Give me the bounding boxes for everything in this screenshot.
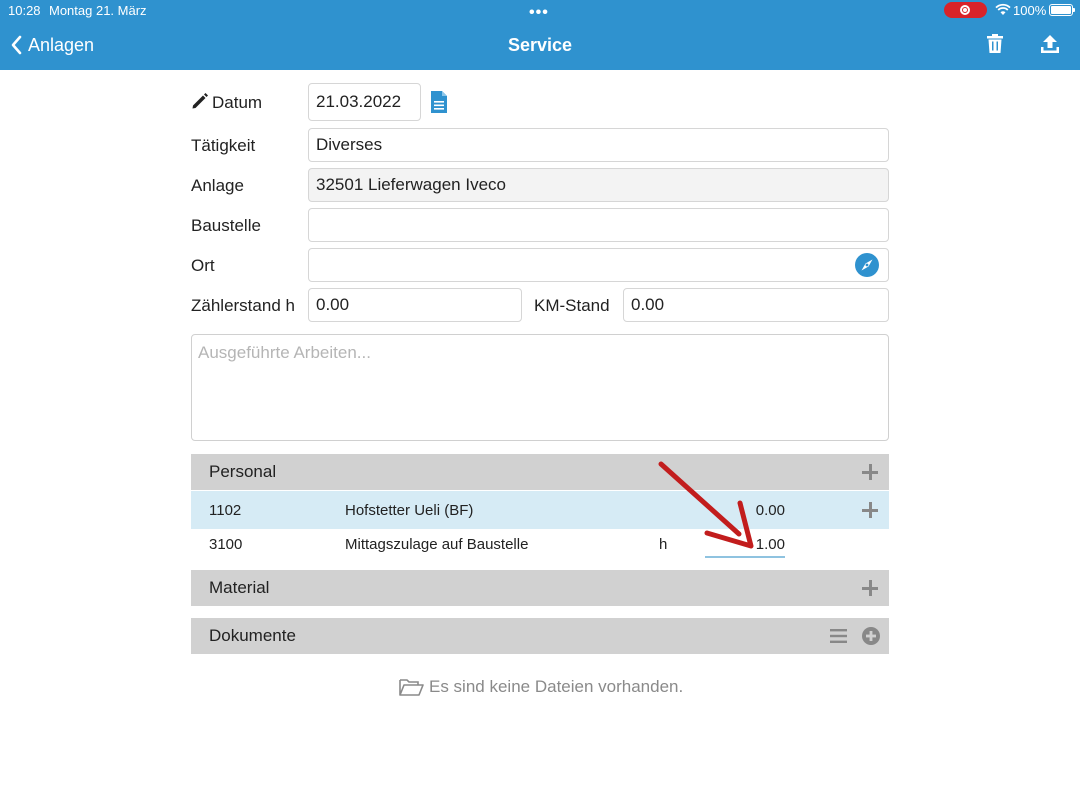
zaehlerstand-field[interactable]: 0.00 [308, 288, 522, 322]
status-date: Montag 21. März [49, 3, 147, 18]
km-stand-field[interactable]: 0.00 [623, 288, 889, 322]
row-name: Mittagszulage auf Baustelle [345, 536, 529, 553]
personal-section-title: Personal [209, 462, 277, 481]
row-code: 3100 [209, 536, 243, 553]
folder-open-icon [399, 679, 424, 696]
add-material-plus-icon[interactable] [862, 580, 878, 596]
screen-recording-icon[interactable] [944, 2, 987, 18]
empty-documents-message: Es sind keine Dateien vorhanden. [399, 677, 683, 697]
upload-icon[interactable] [1040, 34, 1060, 54]
zaehlerstand-label: Zählerstand h [191, 296, 295, 315]
baustelle-field[interactable] [308, 208, 889, 242]
list-icon[interactable] [830, 629, 847, 643]
pencil-icon [192, 93, 208, 109]
compass-icon[interactable] [855, 253, 879, 277]
row-code: 1102 [209, 502, 242, 519]
datum-field[interactable]: 21.03.2022 [308, 83, 421, 121]
taetigkeit-field[interactable]: Diverses [308, 128, 889, 162]
row-name: Hofstetter Ueli (BF) [345, 502, 474, 519]
anlage-label: Anlage [191, 176, 244, 195]
add-row-plus-icon[interactable] [862, 502, 878, 518]
document-icon[interactable] [430, 90, 448, 114]
dokumente-section-title: Dokumente [209, 626, 296, 645]
status-time: 10:28 [8, 3, 41, 18]
baustelle-label: Baustelle [191, 216, 261, 235]
annotation-arrow-icon [658, 461, 754, 549]
trash-icon[interactable] [986, 34, 1004, 54]
add-document-circle-plus-icon[interactable] [862, 627, 880, 645]
wifi-icon [995, 3, 1011, 15]
ort-label: Ort [191, 256, 215, 275]
datum-label: Datum [212, 93, 263, 112]
ort-field[interactable] [308, 248, 889, 282]
battery-icon [1049, 4, 1075, 16]
battery-percentage: 100% [1013, 3, 1047, 18]
taetigkeit-label: Tätigkeit [191, 136, 256, 155]
table-row[interactable]: 3100 Mittagszulage auf Baustelle h 1.00 [191, 529, 889, 567]
material-section-header: Material [191, 570, 889, 606]
page-title: Service [507, 35, 573, 55]
material-section-title: Material [209, 578, 270, 597]
table-row[interactable]: 1102 Hofstetter Ueli (BF) 0.00 [191, 491, 889, 529]
anlage-field[interactable]: 32501 Lieferwagen Iveco [308, 168, 889, 202]
top-bar: 10:28 Montag 21. März ••• 100% Anlagen S… [0, 0, 1080, 70]
km-stand-label: KM-Stand [534, 296, 610, 315]
add-personal-plus-icon[interactable] [862, 464, 878, 480]
arbeiten-textarea[interactable]: Ausgeführte Arbeiten... [191, 334, 889, 441]
multitask-dots[interactable]: ••• [529, 4, 549, 22]
personal-section-header: Personal [191, 454, 889, 490]
empty-documents-text: Es sind keine Dateien vorhanden. [429, 677, 684, 696]
dokumente-section-header: Dokumente [191, 618, 889, 654]
